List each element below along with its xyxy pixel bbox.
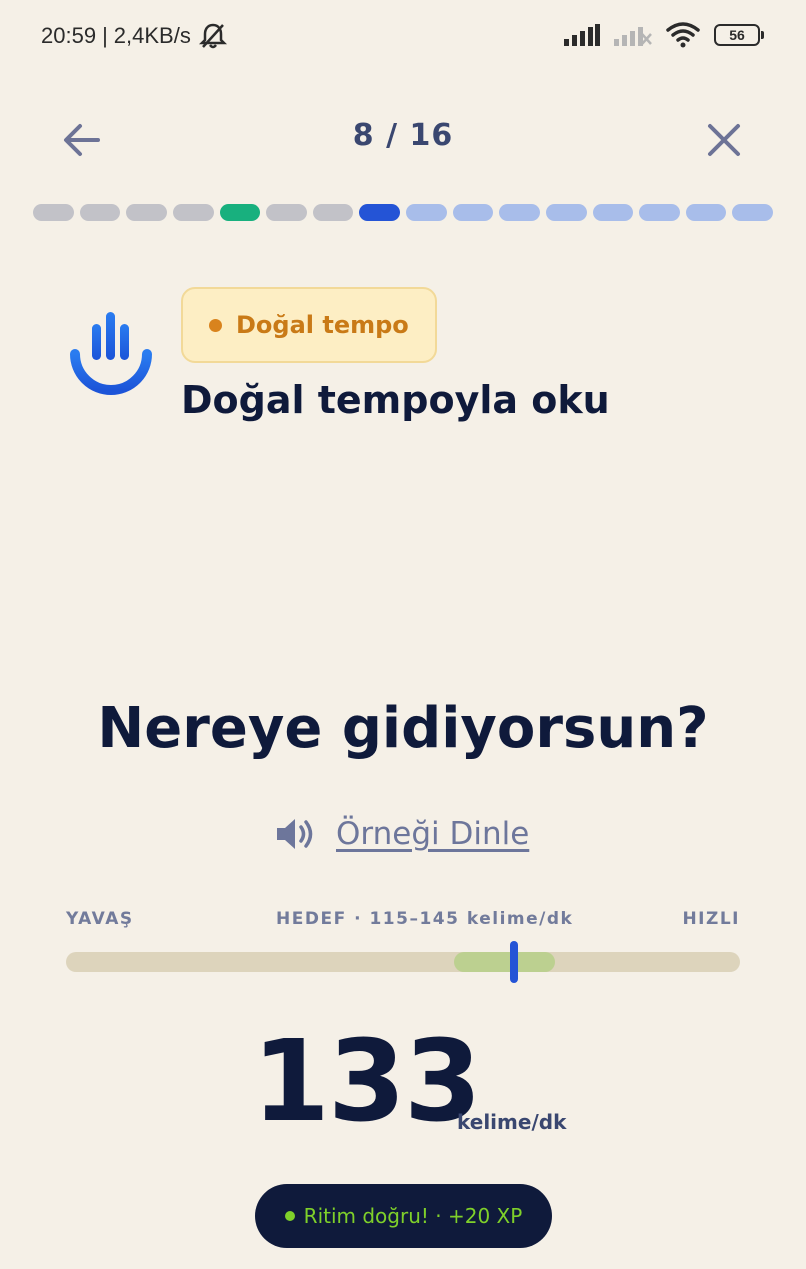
badge-label: Doğal tempo <box>236 311 409 339</box>
progress-segment-13 <box>592 204 634 221</box>
feedback-toast: Ritim doğru! · +20 XP <box>255 1184 552 1248</box>
wpm-unit: kelime/dk <box>457 1110 567 1134</box>
close-icon <box>708 124 740 156</box>
signal-no-service-icon <box>614 27 652 46</box>
progress-segment-10 <box>452 204 494 221</box>
hand-wave-icon <box>70 312 152 395</box>
exercise-type-badge: Doğal tempo <box>181 287 437 363</box>
progress-segment-14 <box>639 204 680 221</box>
progress-segment-3 <box>126 204 167 221</box>
bell-off-icon <box>198 23 227 49</box>
tempo-indicator <box>510 941 518 983</box>
badge-dot <box>209 318 222 332</box>
status-bar-left: 20:59 | 2,4KB/s <box>41 22 229 50</box>
back-button[interactable] <box>58 116 106 164</box>
lesson-progress-bar <box>33 204 773 221</box>
progress-segment-7 <box>312 204 354 221</box>
tempo-track <box>66 952 740 972</box>
progress-segment-5 <box>219 204 261 221</box>
arrow-left-icon <box>64 124 100 156</box>
progress-segment-8 <box>359 204 400 221</box>
question-counter: 8 / 16 <box>352 118 454 153</box>
battery-indicator: 56 <box>714 24 764 46</box>
scale-label-target: HEDEF · 115–145 kelime/dk <box>276 909 574 929</box>
listen-example-button[interactable]: Örneği Dinle <box>274 815 529 853</box>
scale-label-slow: YAVAŞ <box>66 909 134 929</box>
wpm-value: 133 <box>252 1017 482 1147</box>
feedback-text: Ritim doğru! · +20 XP <box>303 1204 523 1228</box>
progress-segment-6 <box>266 204 307 221</box>
scale-label-fast: HIZLI <box>682 909 740 929</box>
progress-segment-11 <box>499 204 540 221</box>
progress-segment-16 <box>732 204 773 221</box>
wifi-icon <box>666 22 700 48</box>
progress-segment-2 <box>79 204 121 221</box>
close-button[interactable] <box>700 116 748 164</box>
feedback-dot <box>284 1211 295 1221</box>
signal-icon <box>564 24 600 46</box>
status-network-speed: 2,4KB/s <box>113 23 191 48</box>
status-bar-right: 56 <box>564 22 764 48</box>
progress-segment-12 <box>545 204 587 221</box>
target-sentence: Nereye gidiyorsun? <box>97 696 709 761</box>
progress-segment-9 <box>406 204 447 221</box>
listen-example-label: Örneği Dinle <box>336 816 530 852</box>
exercise-title: Doğal tempoyla oku <box>181 378 610 422</box>
tempo-target-zone <box>454 952 555 972</box>
progress-segment-4 <box>172 204 214 221</box>
progress-segment-15 <box>685 204 727 221</box>
status-time: 20:59 <box>41 23 97 48</box>
progress-segment-1 <box>33 204 74 221</box>
speaker-icon <box>277 819 313 849</box>
